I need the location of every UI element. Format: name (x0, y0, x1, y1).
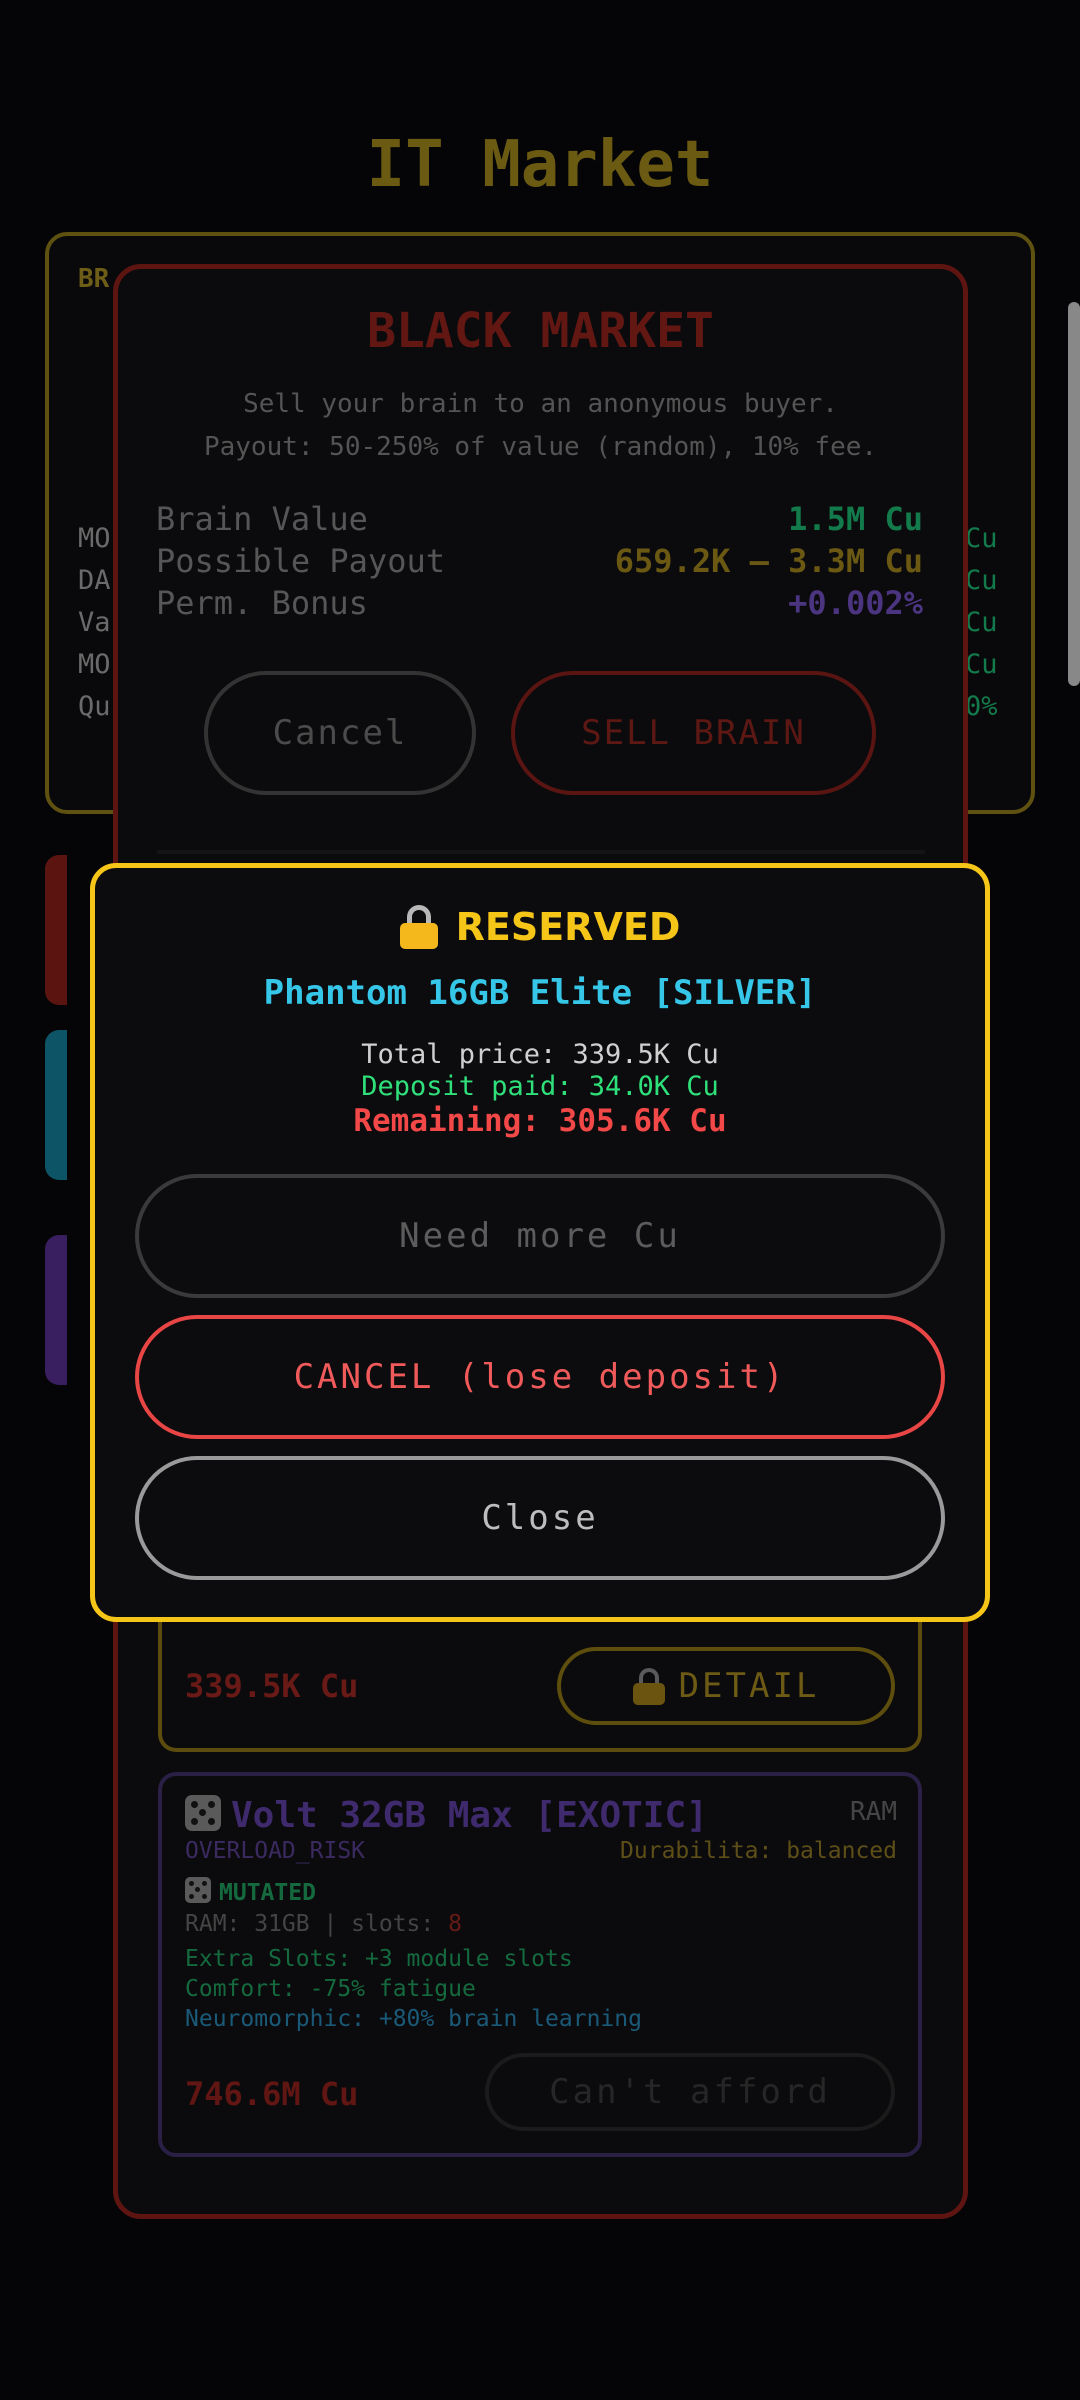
remaining-amount: Remaining: 305.6K Cu (353, 1103, 727, 1139)
dice-icon (185, 1795, 221, 1831)
need-more-cu-button[interactable]: Need more Cu (135, 1174, 945, 1298)
bg-row-value: Cu (965, 523, 998, 554)
brain-value-label: Brain Value (156, 500, 368, 538)
page-title: IT Market (366, 128, 714, 202)
listing-title-text: Volt 32GB Max [EXOTIC] (231, 1795, 708, 1836)
reserved-header: RESERVED (90, 905, 990, 949)
brain-panel-title: BR (78, 264, 110, 294)
lock-icon (632, 1667, 665, 1705)
detail-button[interactable]: DETAIL (557, 1647, 895, 1725)
black-market-fee-note: Payout: 50-250% of value (random), 10% f… (203, 432, 878, 462)
bg-row-label: Qu (78, 691, 111, 722)
cancel-reservation-button[interactable]: CANCEL (lose deposit) (135, 1315, 945, 1439)
bg-row-value: 0% (965, 691, 998, 722)
dice-icon (185, 1877, 211, 1903)
sell-brain-button[interactable]: SELL BRAIN (511, 671, 876, 795)
bg-row-value: Cu (965, 607, 998, 638)
possible-payout-value: 659.2K – 3.3M Cu (614, 542, 923, 580)
side-tab-purple[interactable] (45, 1235, 67, 1385)
lock-icon (399, 905, 438, 949)
listing-specs: RAM: 31GB | slots: 8 (185, 1911, 462, 1937)
black-market-description: Sell your brain to an anonymous buyer. (243, 389, 838, 419)
bg-row-value: Cu (965, 649, 998, 680)
bg-row-value: Cu (965, 565, 998, 596)
detail-button-label: DETAIL (678, 1666, 820, 1706)
listing-type: RAM (850, 1797, 897, 1827)
black-market-cancel-button[interactable]: Cancel (204, 671, 476, 795)
cant-afford-button[interactable]: Can't afford (485, 2053, 895, 2131)
possible-payout-label: Possible Payout (156, 542, 445, 580)
effect-line: Extra Slots: +3 module slots (185, 1946, 573, 1972)
reserved-title: RESERVED (455, 905, 681, 949)
side-tab-cyan[interactable] (45, 1030, 67, 1180)
perm-bonus-label: Perm. Bonus (156, 584, 368, 622)
bg-row-label: MO (78, 649, 111, 680)
perm-bonus-value: +0.002% (788, 584, 923, 622)
black-market-title: BLACK MARKET (367, 303, 714, 359)
listing-price: 746.6M Cu (185, 2075, 359, 2113)
side-tab-red[interactable] (45, 855, 67, 1005)
reserved-item-name: Phantom 16GB Elite [SILVER] (263, 973, 817, 1013)
bg-row-label: DA (78, 565, 111, 596)
listing-price: 339.5K Cu (185, 1667, 359, 1705)
listing-durability: Durabilita: balanced (620, 1838, 897, 1864)
mutated-label: MUTATED (219, 1880, 316, 1906)
mutated-badge: MUTATED (185, 1877, 316, 1906)
listing-tag: OVERLOAD_RISK (185, 1838, 366, 1864)
effect-line: Neuromorphic: +80% brain learning (185, 2006, 642, 2032)
effect-line: Comfort: -75% fatigue (185, 1976, 476, 2002)
scrollbar[interactable] (1068, 302, 1080, 686)
deposit-paid: Deposit paid: 34.0K Cu (361, 1071, 719, 1102)
divider (157, 850, 925, 854)
listing-title: Volt 32GB Max [EXOTIC] (185, 1795, 708, 1836)
bg-row-label: MO (78, 523, 111, 554)
total-price: Total price: 339.5K Cu (361, 1039, 719, 1070)
ram-text: RAM: 31GB | slots: (185, 1911, 449, 1937)
slots-count: 8 (448, 1911, 462, 1937)
close-button[interactable]: Close (135, 1456, 945, 1580)
brain-value: 1.5M Cu (788, 500, 923, 538)
bg-row-label: Va (78, 607, 111, 638)
